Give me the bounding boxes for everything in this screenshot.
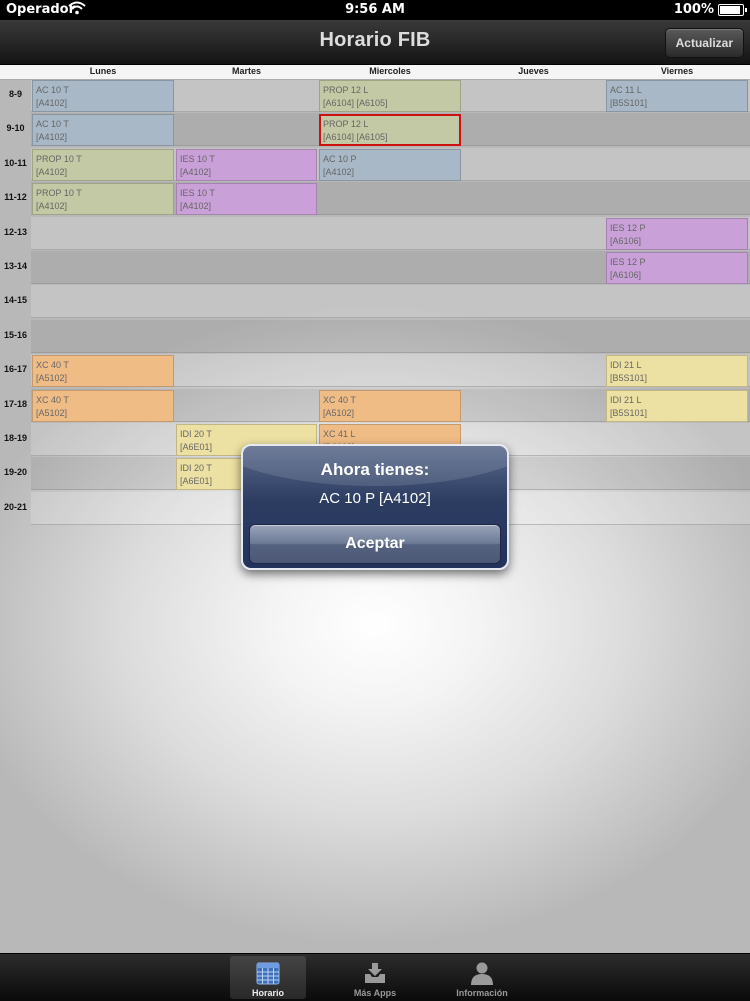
navigation-bar: Horario FIB Actualizar: [0, 20, 750, 65]
tab-label: Horario: [251, 988, 284, 998]
alert-dialog: Ahora tienes: AC 10 P [A4102] Aceptar: [241, 444, 509, 570]
battery-percent: 100%: [673, 2, 714, 17]
tab-informacion[interactable]: Información: [444, 956, 520, 999]
tab-label: Más Apps: [353, 988, 397, 998]
inbox-download-icon: [362, 960, 388, 986]
update-button[interactable]: Actualizar: [664, 28, 744, 58]
calendar-icon: [255, 960, 281, 986]
tab-bar: Horario Más Apps Información: [0, 953, 750, 1001]
clock: 9:56 AM: [345, 2, 405, 17]
tab-label: Información: [456, 988, 508, 998]
tab-horario[interactable]: Horario: [230, 956, 306, 999]
person-icon: [469, 960, 495, 986]
tab-mas-apps[interactable]: Más Apps: [337, 956, 413, 999]
battery-icon: [718, 3, 747, 16]
battery-status: 100%: [673, 2, 747, 17]
status-bar: Operador 9:56 AM 100%: [0, 0, 750, 20]
alert-message: AC 10 P [A4102]: [319, 490, 431, 507]
accept-button[interactable]: Aceptar: [249, 524, 501, 564]
page-title: Horario FIB: [319, 29, 431, 51]
alert-title: Ahora tienes:: [320, 460, 430, 479]
